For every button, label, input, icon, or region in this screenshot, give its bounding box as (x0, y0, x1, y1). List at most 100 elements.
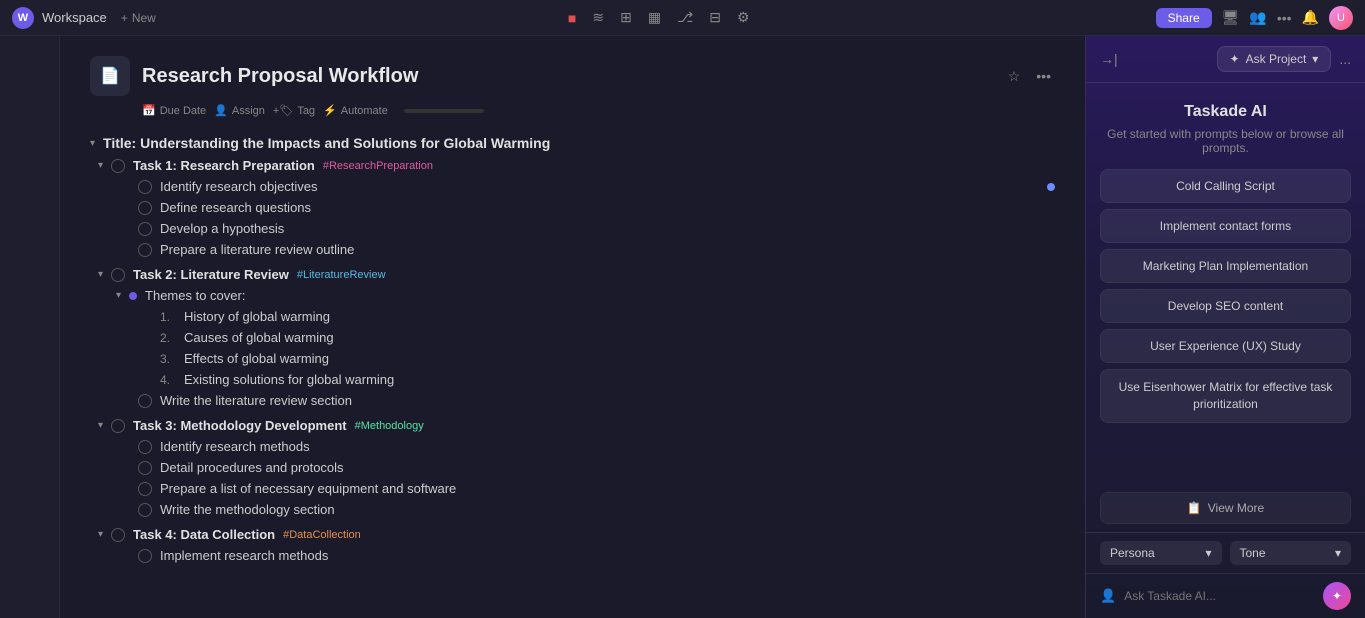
themes-chevron[interactable]: ▾ (116, 290, 121, 301)
task1-chevron[interactable]: ▾ (98, 160, 103, 171)
ask-project-label: Ask Project (1246, 52, 1307, 66)
task4-chevron[interactable]: ▾ (98, 529, 103, 540)
task-1-row[interactable]: ▾ Task 1: Research Preparation #Research… (90, 155, 1055, 176)
themes-item4-row[interactable]: 4. Existing solutions for global warming (90, 369, 1055, 390)
new-label: New (132, 11, 156, 25)
task3-sub2-row[interactable]: Detail procedures and protocols (90, 457, 1055, 478)
task1-sub3-checkbox[interactable] (138, 222, 152, 236)
view-more-button[interactable]: 📋 View More (1100, 492, 1351, 524)
monitor-icon[interactable]: 🖥 (1222, 9, 1240, 26)
prompt-cold-calling[interactable]: Cold Calling Script (1100, 169, 1351, 203)
task1-sub3-label: Develop a hypothesis (160, 221, 284, 236)
themes-item2-row[interactable]: 2. Causes of global warming (90, 327, 1055, 348)
task3-sub3-label: Prepare a list of necessary equipment an… (160, 481, 456, 496)
themes-num3: 3. (154, 352, 170, 366)
task1-sub3-row[interactable]: Develop a hypothesis (90, 218, 1055, 239)
ask-input[interactable] (1124, 589, 1315, 603)
task3-checkbox[interactable] (111, 419, 125, 433)
ask-input-row: 👤 ✦ (1086, 573, 1365, 618)
assign-icon: 👤 (214, 104, 228, 117)
themes-item1-label: History of global warming (184, 309, 330, 324)
chat-icon[interactable]: ≋ (592, 9, 604, 26)
task1-sub4-checkbox[interactable] (138, 243, 152, 257)
task4-sub1-row[interactable]: Implement research methods (90, 545, 1055, 566)
task3-sub4-checkbox[interactable] (138, 503, 152, 517)
task-group-1: ▾ Task 1: Research Preparation #Research… (90, 155, 1055, 260)
prompt-eisenhower[interactable]: Use Eisenhower Matrix for effective task… (1100, 369, 1351, 423)
task-2-row[interactable]: ▾ Task 2: Literature Review #LiteratureR… (90, 264, 1055, 285)
persona-dropdown[interactable]: Persona ▾ (1100, 541, 1222, 565)
themes-label: Themes to cover: (145, 288, 245, 303)
avatar[interactable]: U (1329, 6, 1353, 30)
toolbar-row: 📅 Due Date 👤 Assign +🏷 Tag ⚡ Automate (90, 104, 1055, 117)
task-4-row[interactable]: ▾ Task 4: Data Collection #DataCollectio… (90, 524, 1055, 545)
themes-bullet-row[interactable]: ▾ Themes to cover: (90, 285, 1055, 306)
prompt-marketing-plan[interactable]: Marketing Plan Implementation (1100, 249, 1351, 283)
calendar-icon[interactable]: ▦ (648, 9, 661, 26)
task3-chevron[interactable]: ▾ (98, 420, 103, 431)
task3-sub1-row[interactable]: Identify research methods (90, 436, 1055, 457)
tag-toolbar[interactable]: +🏷 Tag (273, 104, 315, 117)
task2-extra-row[interactable]: Write the literature review section (90, 390, 1055, 411)
more-options-button[interactable]: ••• (1032, 64, 1055, 89)
automate-icon: ⚡ (323, 104, 337, 117)
tag-label: Tag (297, 105, 315, 117)
task3-sub4-row[interactable]: Write the methodology section (90, 499, 1055, 520)
themes-item2-label: Causes of global warming (184, 330, 334, 345)
star-button[interactable]: ☆ (1004, 64, 1025, 89)
new-button[interactable]: + New (115, 9, 162, 27)
section-chevron-icon[interactable]: ▾ (90, 138, 95, 149)
prompt-seo-content[interactable]: Develop SEO content (1100, 289, 1351, 323)
task4-tag: #DataCollection (283, 529, 361, 541)
task2-chevron[interactable]: ▾ (98, 269, 103, 280)
task3-sub3-row[interactable]: Prepare a list of necessary equipment an… (90, 478, 1055, 499)
themes-item1-row[interactable]: 1. History of global warming (90, 306, 1055, 327)
red-icon[interactable]: ■ (568, 10, 576, 26)
task2-checkbox[interactable] (111, 268, 125, 282)
task3-sub3-checkbox[interactable] (138, 482, 152, 496)
right-sidebar: →| ✦ Ask Project ▾ ... Taskade AI Get st… (1085, 36, 1365, 618)
task1-sub4-row[interactable]: Prepare a literature review outline (90, 239, 1055, 260)
settings-icon[interactable]: ⚙ (737, 9, 750, 26)
share-button[interactable]: Share (1156, 8, 1212, 28)
main: 📄 Research Proposal Workflow ☆ ••• 📅 Due… (0, 36, 1365, 618)
task3-sub4-label: Write the methodology section (160, 502, 335, 517)
task1-sub1-checkbox[interactable] (138, 180, 152, 194)
ask-project-button[interactable]: ✦ Ask Project ▾ (1217, 46, 1332, 72)
bell-icon[interactable]: 🔔 (1302, 9, 1319, 26)
collapse-button[interactable]: →| (1100, 51, 1118, 67)
left-panel (0, 36, 60, 618)
progress-bar (404, 109, 484, 113)
tone-dropdown[interactable]: Tone ▾ (1230, 541, 1352, 565)
task-3-row[interactable]: ▾ Task 3: Methodology Development #Metho… (90, 415, 1055, 436)
sidebar-footer: Persona ▾ Tone ▾ (1086, 532, 1365, 573)
share-icon[interactable]: ⎇ (677, 9, 693, 26)
themes-item3-row[interactable]: 3. Effects of global warming (90, 348, 1055, 369)
prompt-ux-study[interactable]: User Experience (UX) Study (1100, 329, 1351, 363)
workspace-logo: W (12, 7, 34, 29)
task4-checkbox[interactable] (111, 528, 125, 542)
task4-sub1-checkbox[interactable] (138, 549, 152, 563)
task2-extra-checkbox[interactable] (138, 394, 152, 408)
task1-sub2-row[interactable]: Define research questions (90, 197, 1055, 218)
task1-sub1-row[interactable]: Identify research objectives (90, 176, 1055, 197)
prompt-contact-forms[interactable]: Implement contact forms (1100, 209, 1351, 243)
assign-toolbar[interactable]: 👤 Assign (214, 104, 265, 117)
send-button[interactable]: ✦ (1323, 582, 1351, 610)
sidebar-more-button[interactable]: ... (1339, 51, 1351, 67)
task3-label: Task 3: Methodology Development (133, 418, 347, 433)
project-title: Research Proposal Workflow (142, 65, 992, 88)
due-date-toolbar[interactable]: 📅 Due Date (142, 104, 206, 117)
grid-icon[interactable]: ⊞ (620, 9, 632, 26)
task1-checkbox[interactable] (111, 159, 125, 173)
more-icon[interactable]: ••• (1277, 10, 1292, 26)
task3-sub1-checkbox[interactable] (138, 440, 152, 454)
workspace-label: Workspace (42, 10, 107, 25)
task1-tag: #ResearchPreparation (323, 160, 433, 172)
users-icon[interactable]: 👥 (1249, 9, 1266, 26)
automate-toolbar[interactable]: ⚡ Automate (323, 104, 388, 117)
themes-item3-label: Effects of global warming (184, 351, 329, 366)
task3-sub2-checkbox[interactable] (138, 461, 152, 475)
task1-sub2-checkbox[interactable] (138, 201, 152, 215)
layout-icon[interactable]: ⊟ (709, 9, 721, 26)
